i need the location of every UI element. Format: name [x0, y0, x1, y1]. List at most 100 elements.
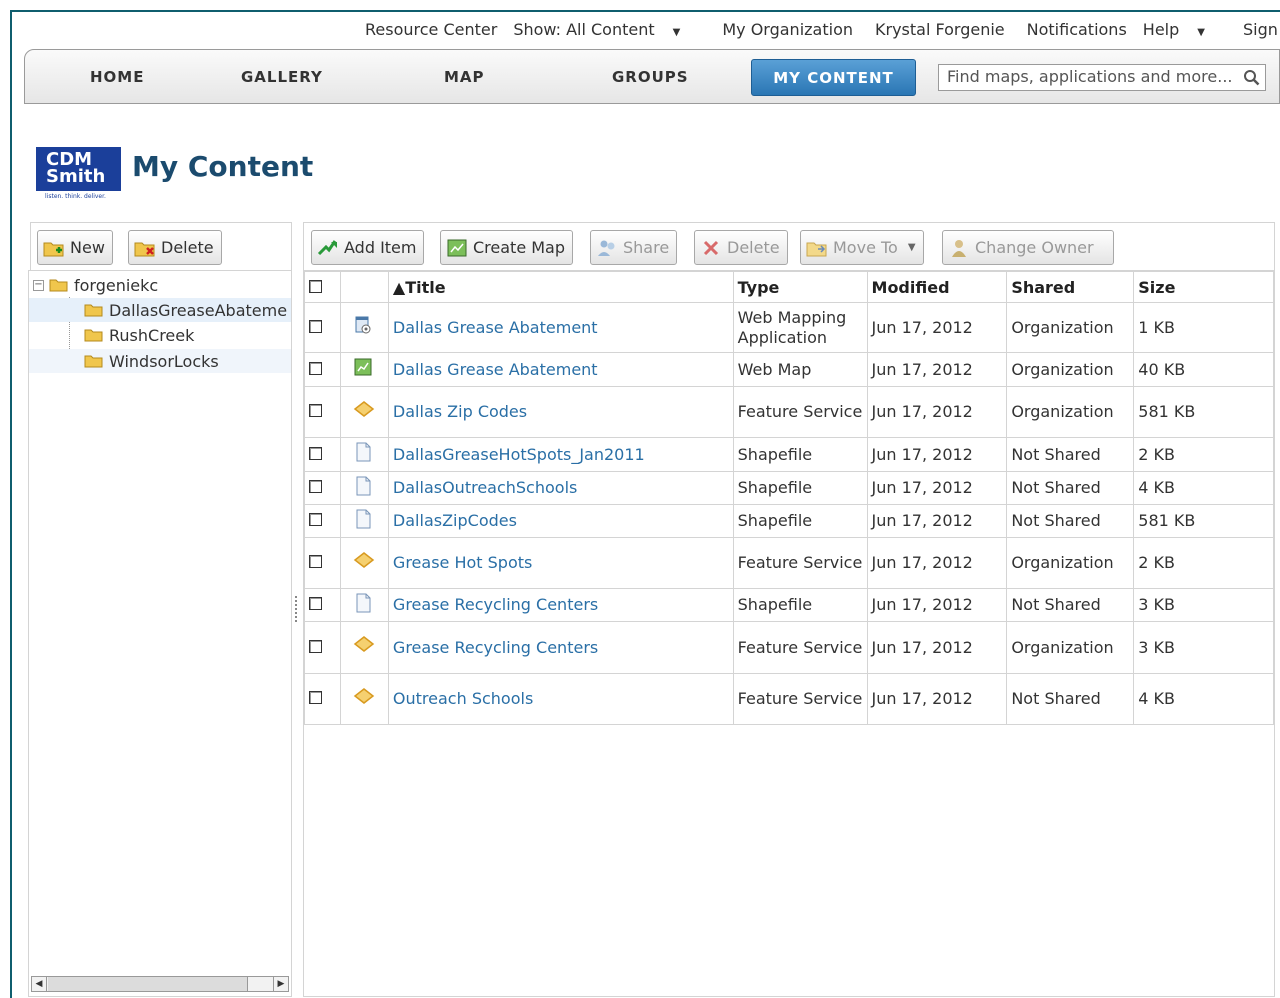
tree-folder-dallas[interactable]: DallasGreaseAbateme [29, 298, 291, 322]
size-cell: 40 KB [1133, 352, 1274, 387]
type-cell: Shapefile [732, 504, 868, 538]
row-icon-cell [339, 588, 389, 622]
collapse-icon[interactable]: − [33, 279, 44, 291]
row-select-cell [304, 471, 341, 505]
web-app-icon [353, 316, 373, 339]
table-row[interactable]: DallasGreaseHotSpots_Jan2011 Shapefile Jun… [304, 437, 1274, 472]
table-row[interactable]: Dallas Grease Abatement Web Map Jun 17, 20… [304, 352, 1274, 387]
row-select-cell [304, 352, 341, 387]
new-folder-icon [43, 242, 64, 256]
tree-root[interactable]: − forgeniekc [33, 273, 158, 297]
row-checkbox[interactable] [309, 555, 322, 568]
item-title-link[interactable]: Grease Recycling Centers [393, 595, 598, 614]
type-cell: Shapefile [732, 437, 868, 472]
row-checkbox[interactable] [309, 513, 322, 526]
row-checkbox[interactable] [309, 404, 322, 417]
item-title-link[interactable]: DallasZipCodes [393, 511, 517, 530]
nav-groups[interactable]: GROUPS [612, 68, 689, 86]
scroll-thumb[interactable] [48, 977, 248, 991]
modified-cell: Jun 17, 2012 [866, 621, 1008, 674]
size-column-header[interactable]: Size [1133, 271, 1274, 303]
size-cell: 581 KB [1133, 504, 1274, 538]
item-title-link[interactable]: DallasGreaseHotSpots_Jan2011 [393, 445, 645, 464]
feature-service-icon [353, 400, 375, 424]
nav-my-content[interactable]: MY CONTENT [751, 59, 916, 96]
row-checkbox[interactable] [309, 639, 322, 653]
search-icon[interactable] [1243, 69, 1260, 86]
title-column-header[interactable]: ▲Title [387, 271, 734, 303]
row-checkbox[interactable] [309, 691, 322, 704]
table-row[interactable]: Grease Hot Spots Feature Service Jun 17, 2… [304, 537, 1274, 589]
row-icon-cell [339, 673, 389, 725]
select-all-checkbox[interactable] [309, 279, 322, 293]
item-title-link[interactable]: Grease Hot Spots [393, 553, 532, 572]
table-row[interactable]: Grease Recycling Centers Shapefile Jun 17,… [304, 588, 1274, 622]
delete-folder-icon [134, 242, 155, 256]
row-icon-cell [339, 437, 389, 472]
row-checkbox[interactable] [309, 446, 322, 460]
my-organization-link[interactable]: My Organization [722, 20, 853, 39]
type-cell: Shapefile [732, 471, 868, 505]
row-checkbox[interactable] [309, 597, 322, 610]
type-cell: Web Mapping Application [732, 302, 868, 353]
file-icon [353, 442, 373, 466]
item-title-link[interactable]: Outreach Schools [393, 689, 533, 708]
nav-map[interactable]: MAP [444, 68, 485, 86]
show-content-dropdown[interactable]: Show: All Content ▼ [513, 20, 696, 39]
table-row[interactable]: DallasOutreachSchools Shapefile Jun 17, 20… [304, 471, 1274, 505]
item-title-link[interactable]: Dallas Grease Abatement [393, 360, 598, 379]
tree-folder-windsorlocks[interactable]: WindsorLocks [29, 349, 291, 373]
move-to-button[interactable]: Move To ▼ [800, 230, 924, 265]
item-title-link[interactable]: Dallas Zip Codes [393, 402, 527, 421]
content-grid: ▲Title Type Modified Shared Size Dallas … [303, 270, 1275, 997]
title-cell: Grease Hot Spots [387, 537, 734, 589]
item-title-link[interactable]: DallasOutreachSchools [393, 478, 577, 497]
table-row[interactable]: Dallas Zip Codes Feature Service Jun 17, 2… [304, 386, 1274, 438]
notifications-link[interactable]: Notifications [1027, 20, 1127, 39]
search-input[interactable]: Find maps, applications and more... [938, 64, 1266, 91]
sign-out-link[interactable]: Sign Out [1243, 20, 1280, 39]
new-folder-button[interactable]: New [37, 230, 113, 265]
add-item-button[interactable]: Add Item [311, 230, 425, 265]
help-dropdown[interactable]: Help ▼ [1143, 20, 1221, 39]
delete-item-button[interactable]: Delete [694, 230, 788, 265]
table-row[interactable]: Grease Recycling Centers Feature Service J… [304, 621, 1274, 674]
size-cell: 581 KB [1133, 386, 1274, 438]
create-map-button[interactable]: Create Map [440, 230, 574, 265]
panel-splitter[interactable] [295, 596, 298, 622]
user-name-link[interactable]: Krystal Forgenie [875, 20, 1005, 39]
table-row[interactable]: Outreach Schools Feature Service Jun 17, 2… [304, 673, 1274, 725]
modified-column-header[interactable]: Modified [866, 271, 1008, 303]
modified-cell: Jun 17, 2012 [866, 504, 1008, 538]
type-cell: Feature Service [732, 673, 868, 725]
horizontal-scrollbar[interactable]: ◀ ▶ [31, 976, 289, 992]
title-cell: Dallas Grease Abatement [387, 352, 734, 387]
row-checkbox[interactable] [309, 361, 322, 375]
new-folder-label: New [70, 238, 105, 257]
nav-gallery[interactable]: GALLERY [241, 68, 323, 86]
feature-service-icon [353, 551, 375, 575]
move-to-label: Move To [833, 238, 898, 257]
resource-center-link[interactable]: Resource Center [365, 20, 497, 39]
create-map-label: Create Map [473, 238, 566, 257]
scroll-right-arrow-icon[interactable]: ▶ [273, 977, 288, 991]
table-row[interactable]: Dallas Grease Abatement Web Mapping Appli… [304, 302, 1274, 353]
nav-home[interactable]: HOME [90, 68, 144, 86]
file-icon [353, 593, 373, 617]
item-title-link[interactable]: Dallas Grease Abatement [393, 318, 598, 337]
share-button[interactable]: Share [590, 230, 678, 265]
scroll-left-arrow-icon[interactable]: ◀ [32, 977, 47, 991]
shared-column-header[interactable]: Shared [1006, 271, 1135, 303]
item-title-link[interactable]: Grease Recycling Centers [393, 638, 598, 657]
tree-folder-rushcreek[interactable]: RushCreek [29, 323, 194, 347]
delete-folder-button[interactable]: Delete [128, 230, 222, 265]
owner-icon [952, 239, 966, 257]
type-column-header[interactable]: Type [732, 271, 868, 303]
row-checkbox[interactable] [309, 480, 322, 493]
shared-cell: Not Shared [1006, 471, 1135, 505]
row-icon-cell [339, 302, 389, 353]
row-checkbox[interactable] [309, 319, 322, 333]
change-owner-button[interactable]: Change Owner [942, 230, 1114, 265]
title-cell: DallasOutreachSchools [387, 471, 734, 505]
table-row[interactable]: DallasZipCodes Shapefile Jun 17, 2012 Not S… [304, 504, 1274, 538]
